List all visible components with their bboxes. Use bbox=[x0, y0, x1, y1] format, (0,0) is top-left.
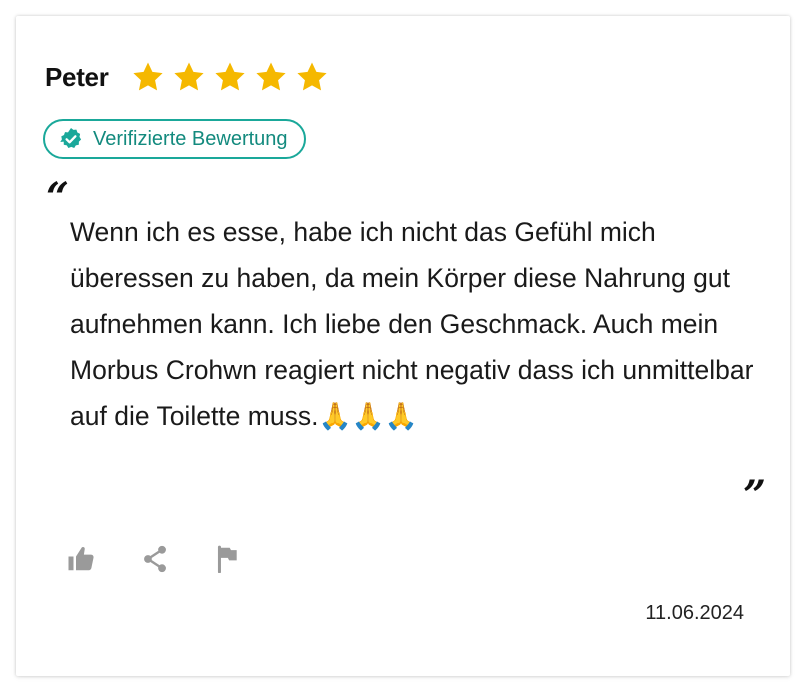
flag-icon bbox=[217, 545, 237, 573]
star-icon bbox=[172, 60, 206, 94]
review-header: Peter bbox=[45, 60, 329, 94]
verified-label: Verifizierte Bewertung bbox=[93, 127, 288, 150]
share-icon bbox=[144, 545, 166, 573]
star-icon bbox=[131, 60, 165, 94]
like-button[interactable] bbox=[66, 544, 96, 574]
star-icon bbox=[295, 60, 329, 94]
report-button[interactable] bbox=[168, 545, 238, 573]
close-quote-mark: ” bbox=[743, 472, 767, 519]
review-date: 11.06.2024 bbox=[645, 602, 744, 624]
share-button[interactable] bbox=[96, 544, 168, 574]
review-card: Peter Verifizierte Bewertung “ Wenn ich … bbox=[16, 16, 790, 676]
star-rating bbox=[131, 60, 329, 94]
thumbs-up-icon bbox=[68, 546, 94, 571]
review-actions bbox=[66, 544, 238, 574]
verified-review-badge: Verifizierte Bewertung bbox=[43, 119, 306, 159]
review-text: Wenn ich es esse, habe ich nicht das Gef… bbox=[70, 217, 754, 431]
reviewer-name: Peter bbox=[45, 61, 109, 92]
star-icon bbox=[254, 60, 288, 94]
open-quote-mark: “ bbox=[46, 174, 70, 221]
star-icon bbox=[213, 60, 247, 94]
check-badge-icon bbox=[60, 128, 82, 148]
